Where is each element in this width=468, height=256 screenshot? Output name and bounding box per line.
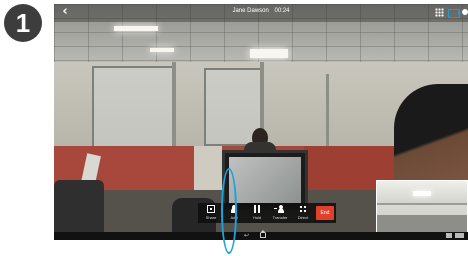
android-navigation-bar: ↩ (54, 230, 468, 240)
transfer-label: Transfer (272, 215, 288, 220)
camera-icon[interactable] (448, 9, 461, 18)
home-icon[interactable] (260, 230, 266, 238)
keypad-icon (299, 205, 307, 213)
direct-button[interactable]: Direct (292, 203, 314, 223)
transfer-button[interactable]: Transfer (269, 203, 291, 223)
dot-icon[interactable] (462, 9, 468, 15)
transfer-icon (274, 205, 284, 213)
back-arrow-icon[interactable]: ↩ (244, 232, 249, 240)
hold-button[interactable]: Hold (246, 203, 268, 223)
call-controls-toolbar: Share Add Hold Transfer Direct End (198, 203, 336, 223)
pause-icon (253, 205, 261, 213)
end-call-button[interactable]: End (316, 206, 334, 220)
tablet-screen: ‹ Jane Dawson 00:24 Share Add Hold Trans… (54, 4, 468, 240)
add-button-highlight (221, 168, 237, 254)
step-number-badge: 1 (4, 4, 42, 42)
share-icon (207, 205, 215, 213)
call-duration: 00:24 (274, 8, 290, 14)
call-info: Jane Dawson 00:24 (54, 8, 468, 14)
hold-label: Hold (252, 215, 262, 220)
grid-icon[interactable] (435, 8, 444, 17)
status-icons (446, 233, 464, 238)
self-view-video[interactable] (376, 180, 468, 234)
call-top-bar: ‹ Jane Dawson 00:24 (54, 4, 468, 22)
share-button[interactable]: Share (200, 203, 222, 223)
contact-name: Jane Dawson (232, 8, 269, 14)
share-label: Share (205, 215, 217, 220)
direct-label: Direct (297, 215, 309, 220)
